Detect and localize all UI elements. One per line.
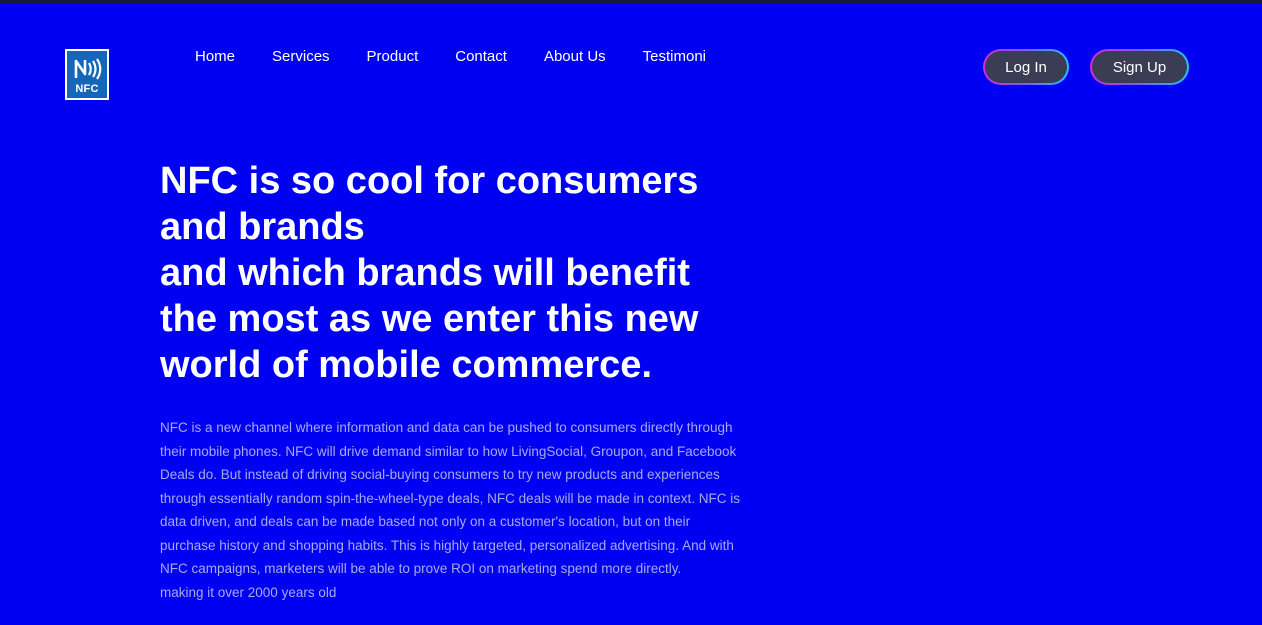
hero-title-line: NFC is so cool for consumers bbox=[160, 160, 699, 202]
login-button[interactable]: Log In bbox=[985, 51, 1067, 83]
hero-body-line: their mobile phones. NFC will drive dema… bbox=[160, 443, 737, 459]
hero-title-line: and which brands will benefit bbox=[160, 252, 690, 294]
signup-button[interactable]: Sign Up bbox=[1092, 51, 1187, 83]
nav-product[interactable]: Product bbox=[367, 48, 419, 65]
top-strip bbox=[0, 0, 1262, 3]
hero-description: NFC is a new channel where information a… bbox=[160, 416, 772, 604]
nav-services[interactable]: Services bbox=[272, 48, 330, 65]
nav-contact[interactable]: Contact bbox=[455, 48, 507, 65]
main-nav: Home Services Product Contact About Us T… bbox=[195, 48, 743, 65]
hero-body-line: Deals do. But instead of driving social-… bbox=[160, 467, 720, 482]
nav-home[interactable]: Home bbox=[195, 48, 235, 65]
hero-title-line: the most as we enter this new bbox=[160, 298, 699, 340]
hero-title-line: world of mobile commerce. bbox=[160, 344, 652, 386]
nav-testimoni[interactable]: Testimoni bbox=[643, 48, 706, 65]
hero-body-line: NFC campaigns, marketers will be able to… bbox=[160, 561, 682, 576]
hero-body-line: data driven, and deals can be made based… bbox=[160, 514, 691, 529]
hero-title: NFC is so cool for consumers and brands … bbox=[160, 158, 780, 388]
hero-body-line: through essentially random spin-the-whee… bbox=[160, 490, 741, 506]
logo[interactable]: NFC bbox=[65, 49, 109, 100]
hero-body-line: making it over 2000 years old bbox=[160, 584, 337, 600]
hero-body-line: NFC is a new channel where information a… bbox=[160, 420, 733, 435]
logo-text: NFC bbox=[75, 83, 99, 95]
nav-about-us[interactable]: About Us bbox=[544, 48, 606, 65]
hero-title-line: and brands bbox=[160, 206, 365, 248]
nfc-icon bbox=[74, 58, 102, 80]
login-button-border: Log In bbox=[983, 49, 1069, 85]
hero-body-line: purchase history and shopping habits. Th… bbox=[160, 537, 734, 553]
signup-button-border: Sign Up bbox=[1090, 49, 1189, 85]
